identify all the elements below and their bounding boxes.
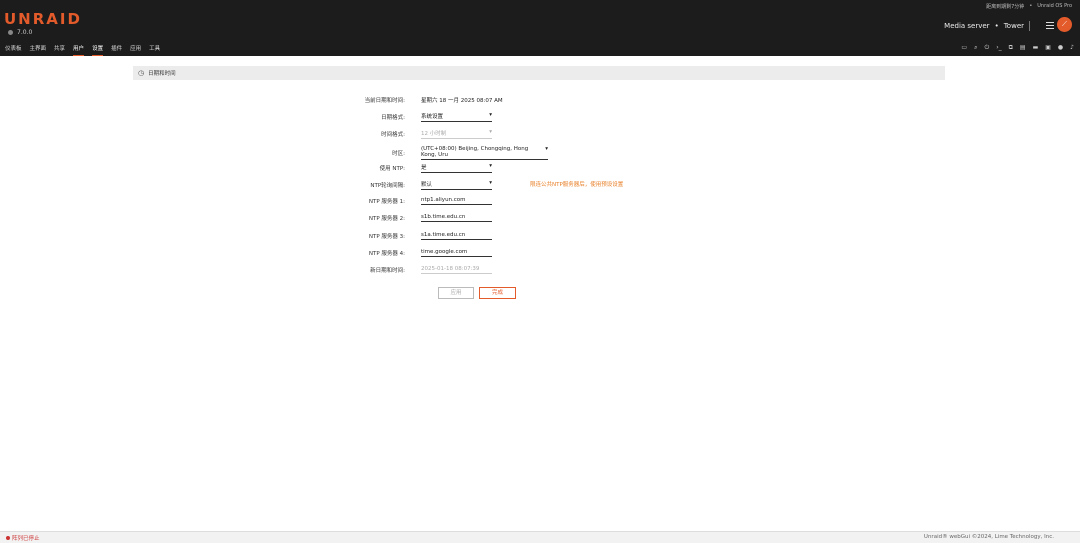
date-format-selected: 系统设置 [421,114,444,120]
timezone-select[interactable]: (UTC+08:00) Beijing, Chongqing, Hong Kon… [421,146,548,160]
dropdown-arrow-icon: ▾ [489,163,492,169]
row-new-datetime: 新日期和时间: 2025-01-18 08:07:39 [300,266,492,274]
info-icon[interactable]: ▣ [1045,44,1051,52]
dropdown-arrow-icon: ▾ [489,180,492,186]
server-info: Media server • Tower [944,21,1030,31]
time-format-select[interactable]: 12 小时制 ▾ [421,129,492,139]
nav-tools[interactable]: 工具 [149,42,160,56]
section-header: ◷ 日期和时间 [133,66,945,80]
row-ntp3: NTP 服务器 3: s1a.time.edu.cn [300,232,492,240]
apply-button[interactable]: 应用 [438,287,474,299]
footer: 阵列已停止 Unraid® webGui ©2024, Lime Technol… [0,531,1080,543]
current-datetime-value: 星期六 18 一月 2025 08:07 AM [421,98,503,104]
row-timezone: 时区: (UTC+08:00) Beijing, Chongqing, Hong… [300,146,548,160]
copy-icon[interactable]: ⧉ [1009,44,1013,52]
row-time-format: 时间格式: 12 小时制 ▾ [300,129,492,139]
row-ntp2: NTP 服务器 2: s1b.time.edu.cn [300,214,492,222]
bell-icon[interactable]: ♪ [1070,44,1074,52]
copyright: Unraid® webGui ©2024, Lime Technology, I… [923,534,1054,540]
nav-apps[interactable]: 应用 [130,42,141,56]
version-number: 7.0.0 [17,29,33,36]
nav-main[interactable]: 主界面 [30,42,47,56]
toolbar: ▭ ⌕ ⏻ ›_ ⧉ ▤ ▬ ▣ ● ♪ [961,44,1074,52]
new-datetime-label: 新日期和时间: [370,268,405,274]
section-title: 日期和时间 [148,71,176,77]
power-icon[interactable]: ⏻ [984,44,989,52]
hamburger-menu-icon[interactable] [1046,20,1054,30]
unraid-logo[interactable]: UNRAID [4,10,82,28]
array-status-text: 阵列已停止 [12,536,40,542]
main-content: ◷ 日期和时间 当前日期和时间: 星期六 18 一月 2025 08:07 AM… [0,56,1080,531]
ntp4-input[interactable]: time.google.com [421,249,492,257]
top-header: UNRAID 7.0.0 距离到期剩7分钟 • Unraid OS Pro Me… [0,0,1080,56]
use-ntp-label: 使用 NTP: [379,166,405,172]
new-datetime-input[interactable]: 2025-01-18 08:07:39 [421,266,492,274]
license-info: 距离到期剩7分钟 • Unraid OS Pro [986,3,1072,10]
ntp3-label: NTP 服务器 3: [368,234,405,240]
nav-plugins[interactable]: 插件 [111,42,122,56]
version-dot-icon [8,30,13,35]
monitor-icon[interactable]: ▬ [1033,44,1039,52]
ntp4-label: NTP 服务器 4: [368,251,405,257]
ntp-hint: 限连公共NTP服务器后，使用预设设置 [530,182,624,188]
time-format-label: 时间格式: [381,132,405,138]
server-name: Tower [1003,22,1024,30]
timezone-selected: (UTC+08:00) Beijing, Chongqing, Hong Kon… [421,146,529,158]
nav-shares[interactable]: 共享 [54,42,65,56]
use-ntp-select[interactable]: 是 ▾ [421,163,492,173]
divider [1029,21,1030,31]
user-avatar[interactable]: ⟋ [1057,17,1072,32]
timezone-label: 时区: [392,151,405,157]
dropdown-arrow-icon: ▾ [545,146,548,152]
version-label: 7.0.0 [8,29,32,36]
nav-users[interactable]: 用户 [73,42,85,56]
row-current-datetime: 当前日期和时间: 星期六 18 一月 2025 08:07 AM [300,96,503,104]
date-format-label: 日期格式: [381,115,405,121]
log-icon[interactable]: ▤ [1020,44,1026,52]
separator-dot: • [1029,3,1033,9]
row-ntp4: NTP 服务器 4: time.google.com [300,249,492,257]
row-date-format: 日期格式: 系统设置 ▾ [300,112,492,122]
nav-settings[interactable]: 设置 [92,42,104,56]
ntp2-label: NTP 服务器 2: [368,216,405,222]
help-icon[interactable]: ● [1058,44,1063,52]
row-use-ntp: 使用 NTP: 是 ▾ [300,163,492,173]
search-icon[interactable]: ⌕ [974,44,977,52]
server-description: Media server [944,22,990,30]
ntp3-input[interactable]: s1a.time.edu.cn [421,232,492,240]
done-button[interactable]: 完成 [479,287,516,299]
ntp1-input[interactable]: ntp1.aliyun.com [421,197,492,205]
dropdown-arrow-icon: ▾ [489,112,492,118]
os-edition[interactable]: Unraid OS Pro [1037,3,1072,10]
trial-remaining[interactable]: 距离到期剩7分钟 [986,3,1024,10]
row-ntp1: NTP 服务器 1: ntp1.aliyun.com [300,197,492,205]
main-nav: 仪表板 主界面 共享 用户 设置 插件 应用 工具 [0,42,700,56]
terminal-icon[interactable]: ›_ [996,44,1001,52]
feedback-icon[interactable]: ▭ [961,44,967,52]
ntp-interval-selected: 默认 [421,182,433,188]
time-format-selected: 12 小时制 [421,131,447,137]
use-ntp-selected: 是 [421,165,427,171]
ntp-interval-select[interactable]: 默认 ▾ [421,180,492,190]
clock-icon: ◷ [138,69,145,77]
status-dot-icon [6,536,10,540]
nav-dashboard[interactable]: 仪表板 [5,42,22,56]
current-datetime-label: 当前日期和时间: [364,98,405,104]
ntp1-label: NTP 服务器 1: [368,199,405,205]
date-format-select[interactable]: 系统设置 ▾ [421,112,492,122]
array-status: 阵列已停止 [6,534,40,542]
row-ntp-interval: NTP轮询间隔: 默认 ▾ [300,180,492,190]
dropdown-arrow-icon: ▾ [489,129,492,135]
ntp2-input[interactable]: s1b.time.edu.cn [421,214,492,222]
server-separator-dot: • [994,22,999,30]
ntp-interval-label: NTP轮询间隔: [370,183,405,189]
